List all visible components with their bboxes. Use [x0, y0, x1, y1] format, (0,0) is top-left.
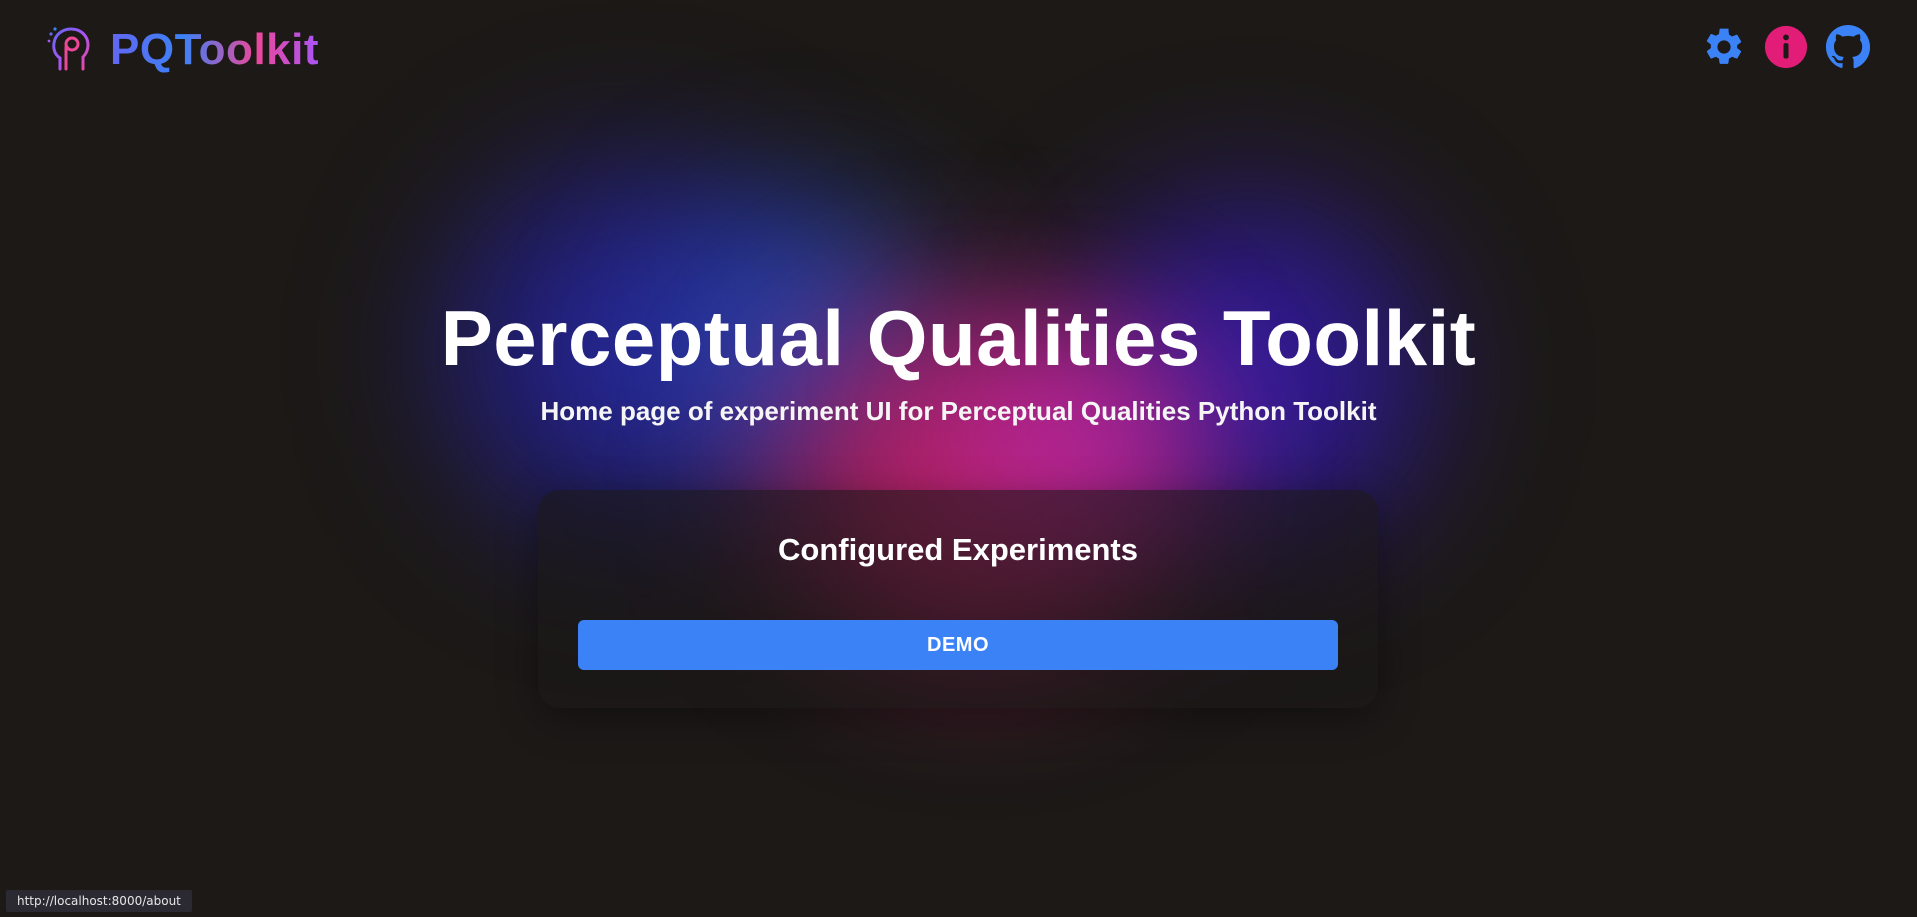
info-icon: [1764, 25, 1808, 69]
page: PQToolkit Perceptual Qualities Toolkit H…: [0, 0, 1917, 917]
home-logo-link[interactable]: PQToolkit: [46, 24, 319, 76]
experiments-heading: Configured Experiments: [778, 532, 1138, 567]
settings-button[interactable]: [1701, 24, 1747, 70]
logo-text: PQToolkit: [110, 25, 320, 74]
hero-section: Perceptual Qualities Toolkit Home page o…: [0, 290, 1917, 428]
github-link[interactable]: [1825, 24, 1871, 70]
head-logo-icon: [47, 27, 90, 71]
github-icon: [1825, 24, 1871, 69]
experiment-demo-button[interactable]: DEMO: [578, 620, 1338, 670]
page-subtitle: Home page of experiment UI for Perceptua…: [540, 396, 1377, 426]
configured-experiments-card: Configured Experiments DEMO: [538, 490, 1378, 708]
top-header: PQToolkit: [0, 0, 1917, 100]
info-button[interactable]: [1763, 24, 1809, 70]
gear-icon: [1706, 28, 1742, 64]
header-icon-group: [1701, 24, 1871, 70]
page-title: Perceptual Qualities Toolkit: [440, 294, 1477, 382]
status-bar-url: http://localhost:8000/about: [6, 890, 192, 912]
